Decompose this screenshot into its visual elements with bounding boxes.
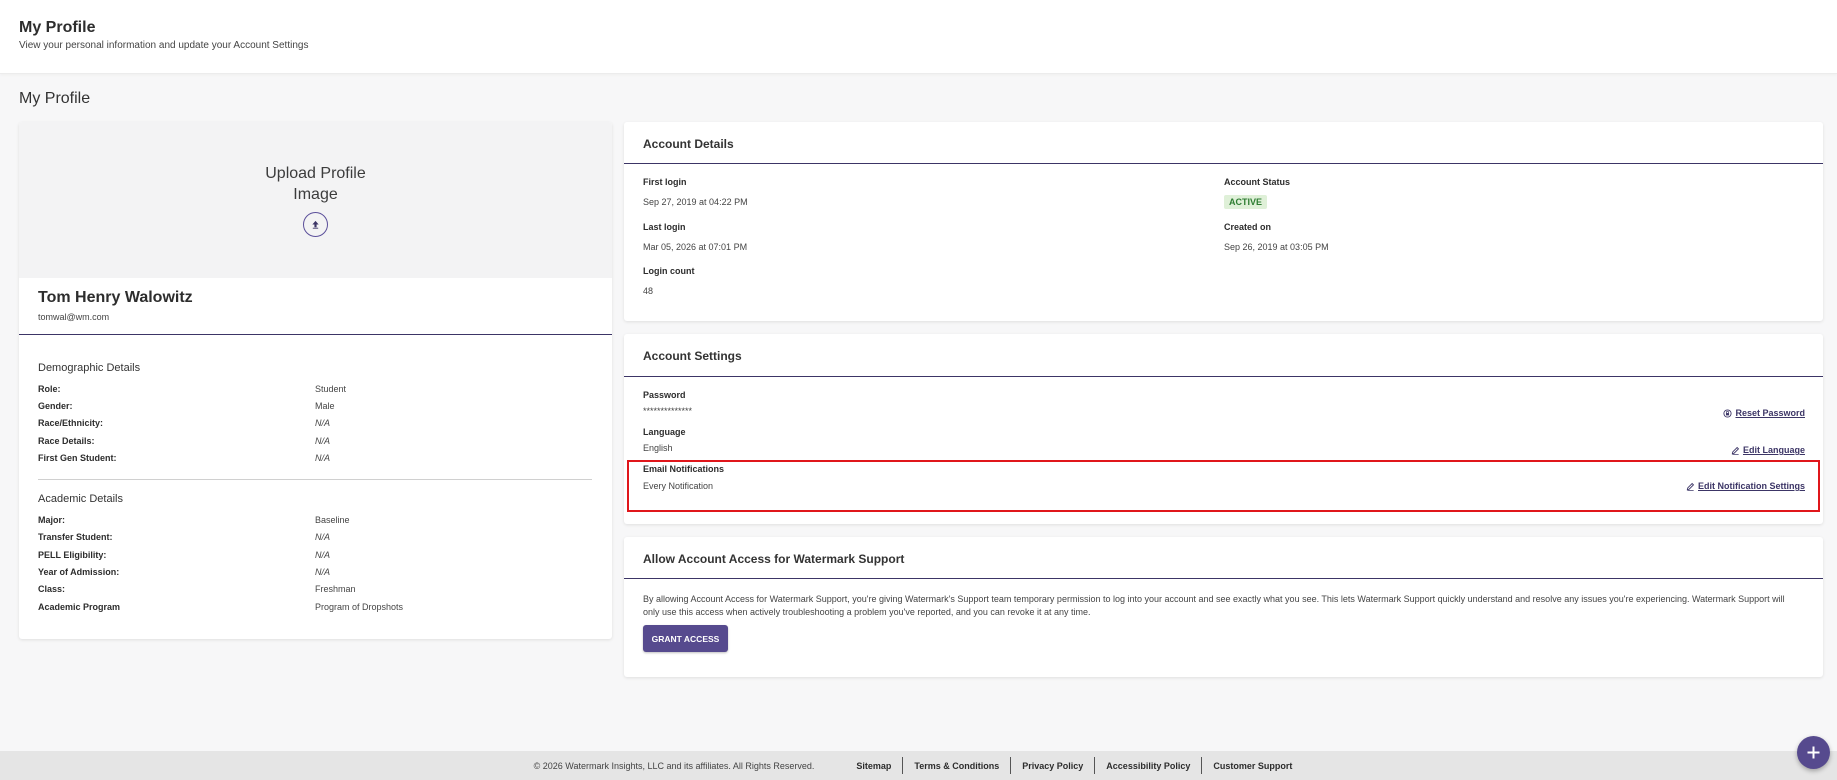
detail-row-major: Major: Baseline [38, 515, 350, 525]
divider [624, 578, 1823, 579]
login-count-value: 48 [643, 286, 654, 296]
profile-email: tomwal@wm.com [38, 312, 110, 322]
detail-row-pell: PELL Eligibility: N/A [38, 550, 331, 560]
login-count-label: Login count [643, 266, 695, 276]
status-badge: ACTIVE [1224, 195, 1268, 209]
account-details-title: Account Details [643, 137, 734, 151]
first-login-label: First login [643, 177, 687, 187]
detail-row-race-ethnicity: Race/Ethnicity: N/A [38, 418, 331, 428]
divider [19, 334, 612, 335]
account-details-card: Account Details First login Sep 27, 2019… [624, 122, 1823, 321]
footer-link-sitemap[interactable]: Sitemap [845, 761, 902, 771]
header-title: My Profile [19, 19, 96, 36]
last-login-value: Mar 05, 2026 at 07:01 PM [643, 242, 748, 252]
highlight-box [627, 460, 1820, 512]
email-notifications-label: Email Notifications [643, 464, 725, 474]
pencil-icon [1731, 446, 1740, 455]
page-title: My Profile [19, 90, 91, 107]
add-fab-button[interactable] [1797, 736, 1830, 769]
detail-row-class: Class: Freshman [38, 584, 356, 594]
footer-copyright: © 2026 Watermark Insights, LLC and its a… [533, 760, 815, 771]
upload-profile-image-area[interactable]: Upload Profile Image [19, 122, 612, 278]
academic-details-heading: Academic Details [38, 493, 123, 505]
detail-row-race-details: Race Details: N/A [38, 436, 331, 446]
account-settings-card: Account Settings Password **************… [624, 334, 1823, 524]
detail-row-academic-program: Academic Program Program of Dropshots [38, 602, 404, 612]
upload-profile-text: Upload Profile Image [265, 165, 366, 203]
detail-row-first-gen: First Gen Student: N/A [38, 453, 331, 463]
divider [38, 479, 592, 480]
top-header: My Profile View your personal informatio… [0, 0, 1837, 74]
edit-language-link[interactable]: Edit Language [1731, 445, 1805, 455]
demographic-details-heading: Demographic Details [38, 362, 141, 374]
detail-row-transfer: Transfer Student: N/A [38, 532, 331, 542]
header-subtitle: View your personal information and updat… [19, 40, 309, 51]
detail-row-gender: Gender: Male [38, 401, 335, 411]
upload-icon[interactable] [303, 212, 328, 237]
footer-link-customer-support[interactable]: Customer Support [1202, 761, 1303, 771]
support-access-card: Allow Account Access for Watermark Suppo… [624, 537, 1823, 677]
created-on-label: Created on [1224, 222, 1272, 232]
password-value: ************** [643, 406, 693, 416]
detail-row-year-admission: Year of Admission: N/A [38, 567, 331, 577]
profile-name: Tom Henry Walowitz [38, 289, 193, 306]
support-access-title: Allow Account Access for Watermark Suppo… [643, 552, 905, 566]
grant-access-button[interactable]: GRANT ACCESS [643, 625, 728, 652]
account-status-label: Account Status [1224, 177, 1291, 187]
footer-link-terms[interactable]: Terms & Conditions [903, 761, 1010, 771]
plus-icon [1807, 746, 1820, 759]
last-login-label: Last login [643, 222, 686, 232]
profile-card: Upload Profile Image Tom Henry Walowitz … [19, 122, 612, 639]
pencil-icon [1686, 482, 1695, 491]
reset-password-link[interactable]: Reset Password [1723, 408, 1805, 418]
support-access-description: By allowing Account Access for Watermark… [643, 594, 1785, 617]
footer-link-accessibility[interactable]: Accessibility Policy [1095, 761, 1201, 771]
footer-link-privacy[interactable]: Privacy Policy [1011, 761, 1094, 771]
divider [624, 163, 1823, 164]
created-on-value: Sep 26, 2019 at 03:05 PM [1224, 242, 1329, 252]
edit-notification-settings-link[interactable]: Edit Notification Settings [1686, 481, 1805, 491]
email-notifications-value: Every Notification [643, 481, 714, 491]
language-value: English [643, 443, 673, 453]
lock-reset-icon [1723, 408, 1733, 418]
language-label: Language [643, 427, 686, 437]
password-label: Password [643, 390, 686, 400]
first-login-value: Sep 27, 2019 at 04:22 PM [643, 197, 748, 207]
divider [624, 376, 1823, 377]
detail-row-role: Role: Student [38, 384, 347, 394]
footer: © 2026 Watermark Insights, LLC and its a… [0, 751, 1837, 780]
account-settings-title: Account Settings [643, 349, 742, 363]
